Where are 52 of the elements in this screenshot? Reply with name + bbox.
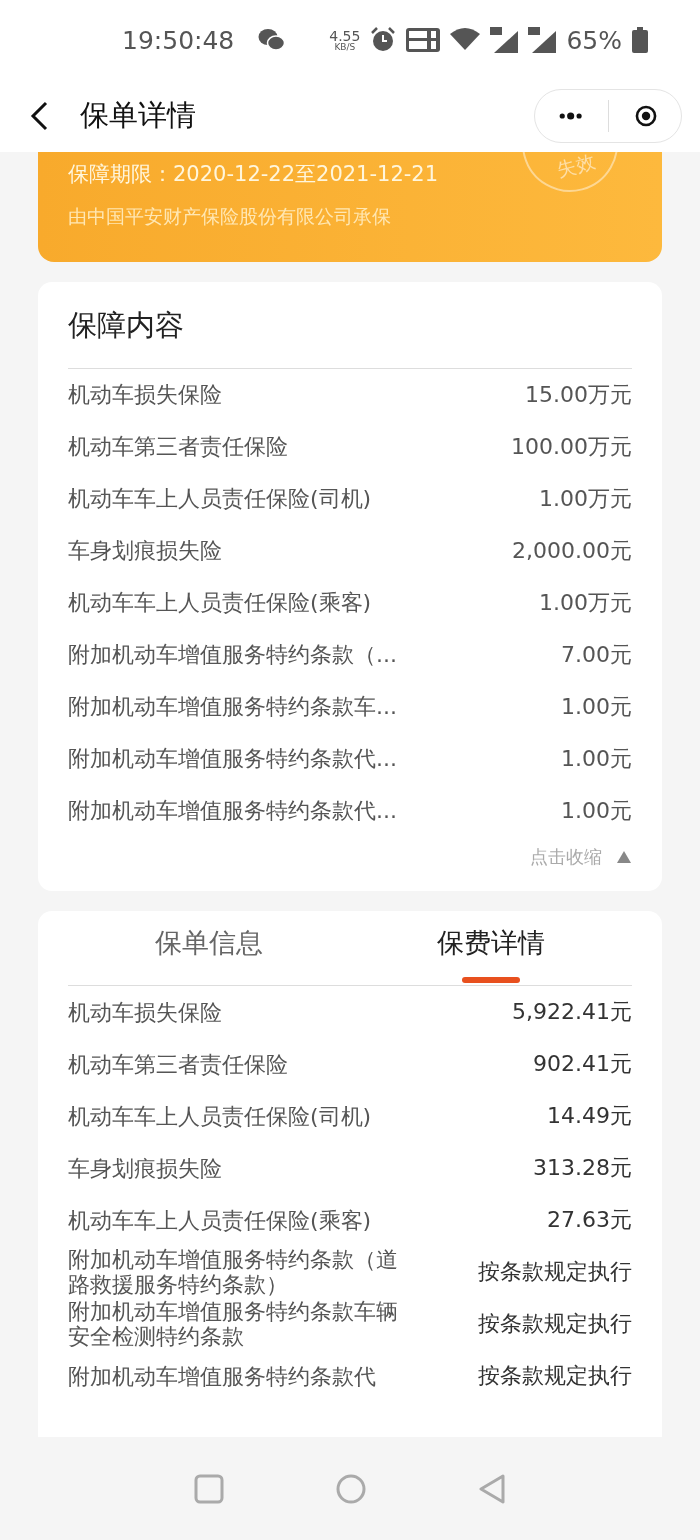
page-title: 保单详情 — [80, 97, 196, 134]
premium-amount: 5,922.41元 — [512, 998, 632, 1026]
premium-name: 附加机动车增值服务特约条款代 — [68, 1363, 377, 1389]
premium-amount: 27.63元 — [547, 1206, 632, 1234]
coverage-amount: 100.00万元 — [511, 433, 632, 461]
premium-name: 车身划痕损失险 — [68, 1155, 223, 1181]
premium-name: 附加机动车增值服务特约条款（道路救援服务特约条款） — [68, 1247, 399, 1297]
coverage-name: 机动车车上人员责任保险(司机) — [68, 485, 372, 513]
tab[interactable]: 保费详情 — [437, 911, 545, 985]
premium-name: 附加机动车增值服务特约条款车辆安全检测特约条款 — [68, 1299, 399, 1349]
premium-amount: 902.41元 — [533, 1050, 632, 1078]
signal-icon — [528, 27, 557, 53]
premium-amount: 按条款规定执行 — [478, 1362, 632, 1390]
coverage-amount: 1.00万元 — [539, 485, 632, 513]
premium-name: 机动车损失保险 — [68, 999, 223, 1025]
premium-amount: 按条款规定执行 — [478, 1258, 632, 1286]
signal-icon — [490, 27, 519, 53]
premium-name: 机动车第三者责任保险 — [68, 1051, 289, 1077]
alarm-icon — [370, 27, 397, 53]
premium-amount: 313.28元 — [533, 1154, 632, 1182]
coverage-amount: 15.00万元 — [525, 381, 632, 409]
coverage-name: 机动车车上人员责任保险(乘客) — [68, 589, 372, 617]
premium-amount: 按条款规定执行 — [478, 1310, 632, 1338]
coverage-amount: 1.00万元 — [539, 589, 632, 617]
coverage-name: 附加机动车增值服务特约条款代... — [68, 745, 397, 773]
section-title: 保障内容 — [68, 307, 185, 344]
clock-time: 19:50:48 — [122, 25, 235, 55]
network-speed: 4.55 — [329, 28, 361, 43]
more-icon[interactable] — [559, 110, 583, 122]
wifi-icon — [450, 28, 481, 52]
coverage-name: 车身划痕损失险 — [68, 537, 222, 565]
insurer-text: 由中国平安财产保险股份有限公司承保 — [68, 204, 392, 229]
coverage-name: 机动车第三者责任保险 — [68, 433, 288, 461]
premium-name: 机动车车上人员责任保险(司机) — [68, 1103, 373, 1129]
battery-icon — [632, 27, 648, 53]
chat-app-icon — [258, 28, 287, 52]
coverage-amount: 1.00元 — [561, 693, 632, 721]
premium-name: 机动车车上人员责任保险(乘客) — [68, 1207, 373, 1233]
coverage-name: 附加机动车增值服务特约条款车... — [68, 693, 397, 721]
coverage-amount: 1.00元 — [561, 745, 632, 773]
speed-unit: KB/S — [334, 42, 356, 52]
coverage-amount: 1.00元 — [561, 797, 632, 825]
coverage-amount: 7.00元 — [561, 641, 632, 669]
tab[interactable]: 保单信息 — [155, 911, 263, 985]
stamp-text: 失效 — [554, 152, 598, 183]
coverage-name: 附加机动车增值服务特约条款代... — [68, 797, 397, 825]
coverage-period: 保障期限：2020-12-22至2021-12-21 — [68, 161, 439, 188]
premium-amount: 14.49元 — [547, 1102, 632, 1130]
coverage-amount: 2,000.00元 — [512, 537, 632, 565]
battery-percent: 65% — [566, 25, 622, 55]
coverage-name: 机动车损失保险 — [68, 381, 222, 409]
coverage-name: 附加机动车增值服务特约条款（... — [68, 641, 397, 669]
